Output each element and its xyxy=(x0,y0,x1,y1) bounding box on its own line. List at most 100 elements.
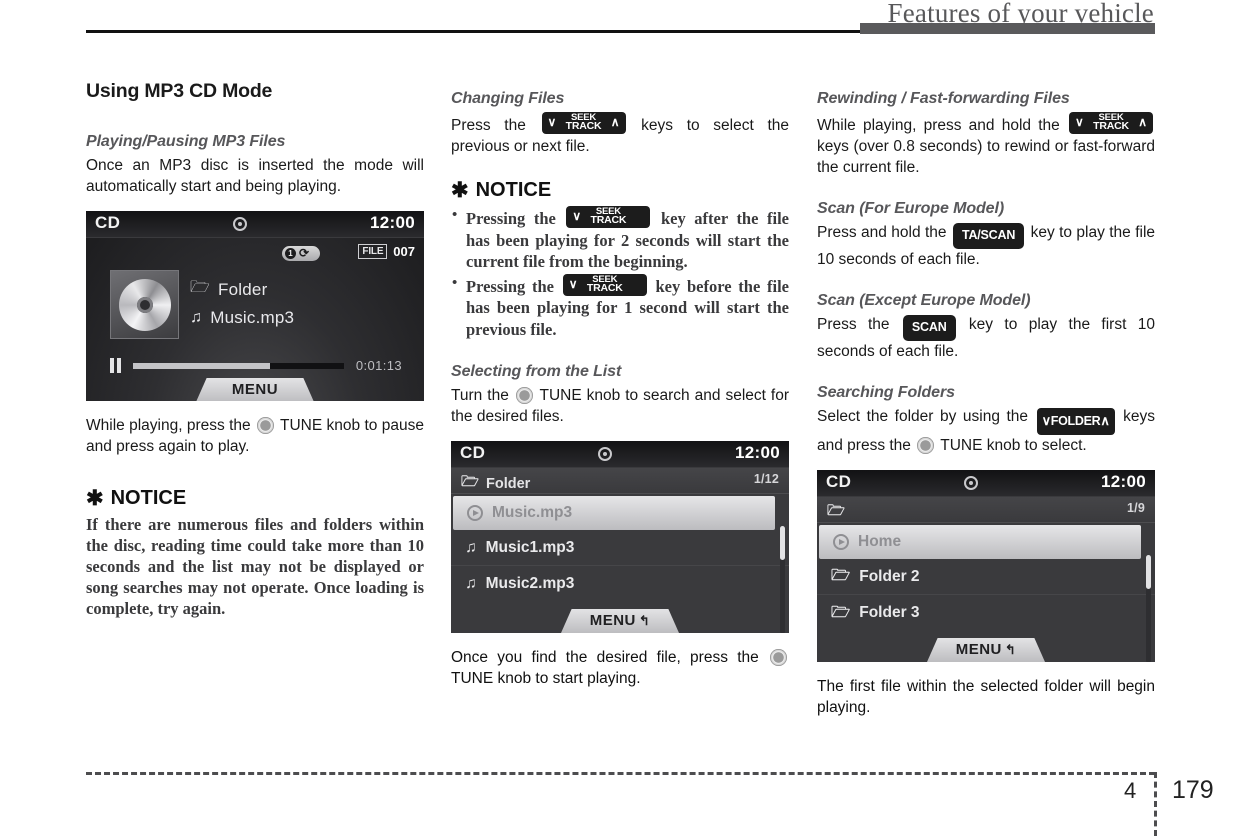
disc-icon-folder-list xyxy=(964,476,978,490)
file-list-menu-button[interactable]: MENU ↰ xyxy=(561,609,679,633)
folder-list-topbar: CD 12:00 xyxy=(817,470,1155,497)
file-list-scrollbar-thumb[interactable] xyxy=(780,526,785,560)
list-item-label: Home xyxy=(858,533,902,550)
folder-list-header: 🗁 1/9 xyxy=(817,497,1155,523)
progress-bar[interactable] xyxy=(133,362,344,369)
repeat-mode-number: 1 xyxy=(285,248,296,259)
tune-knob-icon-mid xyxy=(515,387,533,404)
footer-page-number: 179 xyxy=(1172,776,1214,804)
header-rule-thick xyxy=(860,23,1155,34)
player-track-info: 🗁 Folder ♫ Music.mp3 xyxy=(190,276,294,333)
list-item[interactable]: 🗁 Folder 2 xyxy=(817,559,1155,595)
folder-icon-file-list: 🗁 xyxy=(461,474,479,490)
paragraph-searching-folders: Select the folder by using the ∨FOLDER∧ … xyxy=(817,406,1155,456)
seek-track-key-chip[interactable]: ∨ SEEK TRACK ∧ xyxy=(541,112,626,134)
subsection-title-selecting-from-list: Selecting from the List xyxy=(451,363,622,380)
seek-up-arrow-icon-r: ∧ xyxy=(1138,115,1147,129)
subsection-title-scan-europe: Scan (For Europe Model) xyxy=(817,200,1005,217)
seek-key-bottom-label-b2: TRACK xyxy=(586,281,623,294)
paragraph-changing-files-part1: Press the xyxy=(451,117,540,134)
folder-icon-row: 🗁 xyxy=(831,603,851,621)
scan-key-chip[interactable]: SCAN xyxy=(902,315,956,341)
ta-scan-key-chip[interactable]: TA/SCAN xyxy=(952,223,1025,249)
folder-icon-folder-list: 🗁 xyxy=(827,503,845,519)
pause-icon xyxy=(110,358,121,373)
notice-label-left: NOTICE xyxy=(110,487,187,509)
folder-list-menu-label: MENU xyxy=(955,641,1002,658)
subsection-title-scan-except-europe: Scan (Except Europe Model) xyxy=(817,292,1031,309)
folder-key-label: FOLDER xyxy=(1050,414,1101,428)
player-track-name: Music.mp3 xyxy=(210,308,295,327)
caption-part2: TUNE knob to start playing. xyxy=(451,670,641,687)
list-item-label: Music2.mp3 xyxy=(485,575,575,592)
file-list-folder-name: Folder xyxy=(485,475,531,492)
paragraph-scan-except-part1: Press the xyxy=(817,316,901,333)
progress-bar-fill xyxy=(133,362,271,369)
player-screen-topbar: CD 12:00 xyxy=(86,211,424,238)
paragraph-scan-except-europe: Press the SCAN key to play the first 10 … xyxy=(817,314,1155,362)
player-source-label: CD xyxy=(95,213,121,232)
paragraph-rewinding-part2: keys (over 0.8 seconds) to rewind or fas… xyxy=(817,138,1155,176)
list-item-label: Music1.mp3 xyxy=(485,538,575,556)
list-item[interactable]: 🗁 Folder 3 xyxy=(817,595,1155,631)
album-art-cd-icon xyxy=(110,270,179,339)
seek-track-key-chip-bullet2[interactable]: ∨ SEEK TRACK xyxy=(562,273,647,296)
file-list-scrollbar[interactable] xyxy=(780,526,785,633)
notice-bullet-1: Pressing the ∨SEEKTRACK key after the fi… xyxy=(451,205,789,273)
head-unit-player-screen: CD 12:00 1 ⟳ FILE 007 🗁 Folder ♫ Music.m… xyxy=(86,211,424,401)
music-note-icon-row: ♫ xyxy=(465,538,477,556)
notice-bullet-list: Pressing the ∨SEEKTRACK key after the fi… xyxy=(451,205,789,341)
footer-vertical-divider xyxy=(1154,772,1157,836)
player-folder-row: 🗁 Folder xyxy=(190,276,294,303)
seek-track-key-chip-bullet1[interactable]: ∨ SEEK TRACK xyxy=(566,206,651,228)
list-item-label: Music.mp3 xyxy=(492,504,573,521)
list-item[interactable]: ♫ Music1.mp3 xyxy=(451,530,789,566)
file-list-counter: 1/12 xyxy=(753,472,779,486)
player-elapsed-time: 0:01:13 xyxy=(355,358,402,373)
subsection-title-searching-folders: Searching Folders xyxy=(817,384,955,401)
folder-list-scrollbar-thumb[interactable] xyxy=(1146,555,1151,589)
footer-chapter-number: 4 xyxy=(1124,778,1137,803)
player-clock: 12:00 xyxy=(370,213,415,232)
player-track-row: ♫ Music.mp3 xyxy=(190,308,294,328)
tune-knob-icon-caption xyxy=(770,649,787,666)
head-unit-folder-list-screen: CD 12:00 🗁 1/9 Home 🗁 Folder 2 🗁 Folder … xyxy=(817,470,1155,662)
player-menu-button[interactable]: MENU xyxy=(196,378,314,401)
file-list-header: 🗁 Folder 1/12 xyxy=(451,468,789,494)
file-badge-label: FILE xyxy=(358,244,388,259)
paragraph-playing-pausing: Once an MP3 disc is inserted the mode wi… xyxy=(86,157,424,195)
list-item-label: Folder 3 xyxy=(859,604,920,621)
folder-list-menu-button[interactable]: MENU ↰ xyxy=(927,638,1045,662)
paragraph-tune-pause-part1: While playing, press the xyxy=(86,417,255,434)
menu-back-icon: ↰ xyxy=(638,613,651,628)
notice-star-icon: ✱ xyxy=(86,487,104,510)
list-item[interactable]: Music.mp3 xyxy=(453,496,775,530)
paragraph-selecting-part1: Turn the xyxy=(451,387,514,404)
notice-bullet-2-part1: Pressing the xyxy=(466,276,561,296)
page-header: Features of your vehicle xyxy=(0,0,1240,46)
seek-track-key-chip-right[interactable]: ∨ SEEK TRACK ∧ xyxy=(1069,112,1153,134)
list-item[interactable]: Home xyxy=(819,525,1141,559)
file-list-header-name: 🗁 Folder xyxy=(461,471,530,496)
head-unit-file-list-screen: CD 12:00 🗁 Folder 1/12 Music.mp3 ♫ Music… xyxy=(451,441,789,633)
notice-heading-left: ✱ NOTICE xyxy=(86,487,424,510)
file-list-menu-label: MENU xyxy=(589,612,636,629)
folder-list-source-label: CD xyxy=(826,472,852,491)
file-badge-number: 007 xyxy=(393,244,415,259)
paragraph-searching-part3: TUNE knob to select. xyxy=(936,437,1087,454)
folder-list-header-name: 🗁 xyxy=(827,500,852,525)
tune-knob-icon-right xyxy=(917,437,935,454)
notice-bullet-1-part1: Pressing the xyxy=(466,209,565,228)
play-circle-icon-folder xyxy=(833,534,849,550)
disc-icon-file-list xyxy=(598,447,612,461)
caption-part1: Once you find the desired file, press th… xyxy=(451,649,768,666)
notice-bullet-2: Pressing the ∨SEEKTRACK key before the f… xyxy=(451,273,789,341)
folder-key-chip[interactable]: ∨FOLDER∧ xyxy=(1036,408,1115,435)
notice-heading-mid: ✱ NOTICE xyxy=(451,179,789,202)
notice-star-icon-mid: ✱ xyxy=(451,179,469,202)
list-item[interactable]: ♫ Music2.mp3 xyxy=(451,566,789,602)
footer-divider xyxy=(86,772,1155,775)
paragraph-scan-europe-part1: Press and hold the xyxy=(817,224,951,241)
folder-list-scrollbar[interactable] xyxy=(1146,555,1151,662)
seek-up-arrow-icon: ∧ xyxy=(610,115,620,129)
